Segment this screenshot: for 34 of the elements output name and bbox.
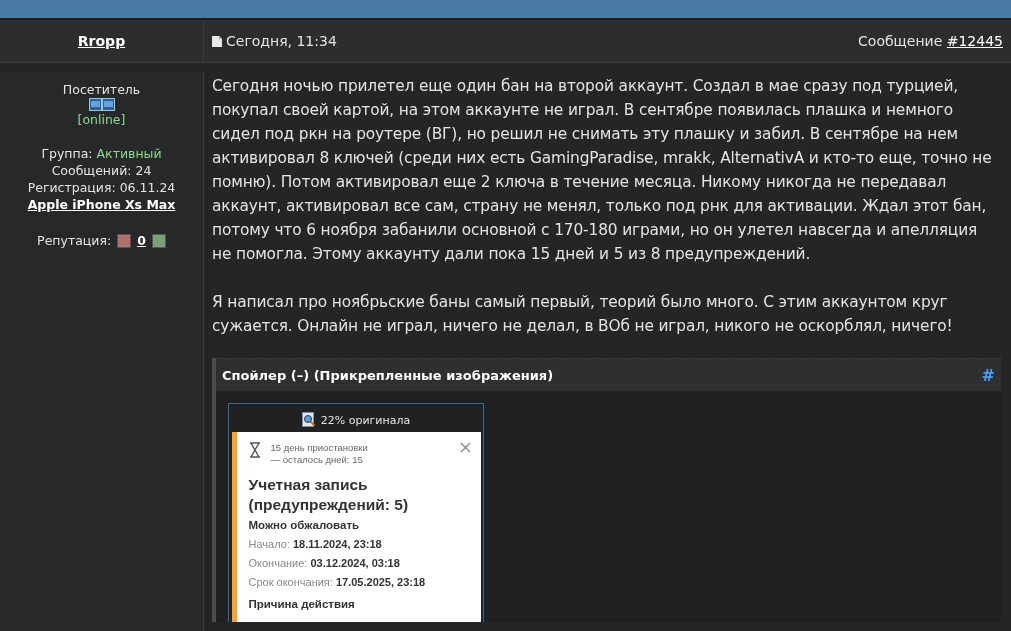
minus-button[interactable]: [117, 233, 132, 248]
spoiler-header[interactable]: Спойлер (–) (Прикрепленные изображения) #: [216, 358, 1001, 391]
reputation-value[interactable]: 0: [137, 232, 146, 249]
date-row-text: Начало: 18.11.2024, 23:18: [248, 537, 383, 552]
online-status: [online]: [77, 111, 126, 128]
registration-date: Регистрация: 06.11.24: [27, 179, 176, 196]
group-label: Группа:: [41, 146, 93, 161]
reputation-label: Репутация:: [37, 232, 112, 249]
user-rank: Посетитель: [62, 81, 141, 98]
date-row-text: Срок окончания: 17.05.2025, 23:18: [248, 575, 427, 590]
close-icon[interactable]: [459, 442, 471, 453]
magnifier-icon: [301, 412, 316, 428]
message-link[interactable]: #12445: [946, 33, 1003, 49]
group-value: Активный: [96, 146, 162, 161]
appeal-text: Можно обжаловать: [248, 519, 361, 531]
post-date: Сегодня, 11:34: [226, 33, 337, 49]
message-label: Сообщение: [858, 33, 943, 49]
plus-button[interactable]: [151, 233, 166, 248]
anchor-link[interactable]: #: [981, 365, 995, 385]
suspension-days: 15 день приостановки: [270, 442, 450, 454]
device-link[interactable]: Apple iPhone Xs Max: [27, 196, 176, 213]
author-name[interactable]: Rropp: [77, 33, 126, 49]
post-count: Сообщений: 24: [51, 162, 152, 179]
days-remaining: — осталось дней: 15: [270, 454, 364, 466]
post-paragraph: Я написал про ноябрьские баны самый первый, теорий было много. С этим аккаунтом круг сужается. Онлайн не играл, ничего не делал, в ВОб не играл, никого не оскорблял, ничего!: [212, 292, 954, 337]
hourglass-icon: [248, 442, 261, 458]
post-paragraph: Сегодня ночью прилетел еще один бан на второй аккаунт. Создал в мае сразу под турцией, покупал своей картой, на этом аккаунте не играл. В сентябре появилась плашка и немного сидел под ркн на роутере (ВГ), но решил не снимать эту плашку и забил. В сентябре на нем активировал 8 ключей (среди них есть GamingParadise, mrakk, AlternativA и кто-то еще, точно не помню). Потом активировал еще 2 ключа в течение месяца. Никому никогда не передавал аккаунт, активировал все сам, страну не менял, только под рнк для активации. Ждал этот бан, потому что 6 ноября забанили основной с 170-180 играми, но он улетел навсегда и апелляция не помогла. Этому аккаунту дали пока 15 дней и 5 из 8 предупреждений.: [212, 76, 993, 265]
rank-icon: [88, 98, 115, 111]
image-attachment[interactable]: [228, 403, 484, 622]
zoom-label: 22% оригинала: [320, 413, 411, 427]
reason-heading: Причина действия: [248, 598, 356, 610]
notice-title: Учетная запись (предупреждений: 5): [248, 475, 410, 515]
date-row-text: Окончание: 03.12.2024, 03:18: [248, 556, 401, 571]
document-icon: [212, 35, 222, 47]
